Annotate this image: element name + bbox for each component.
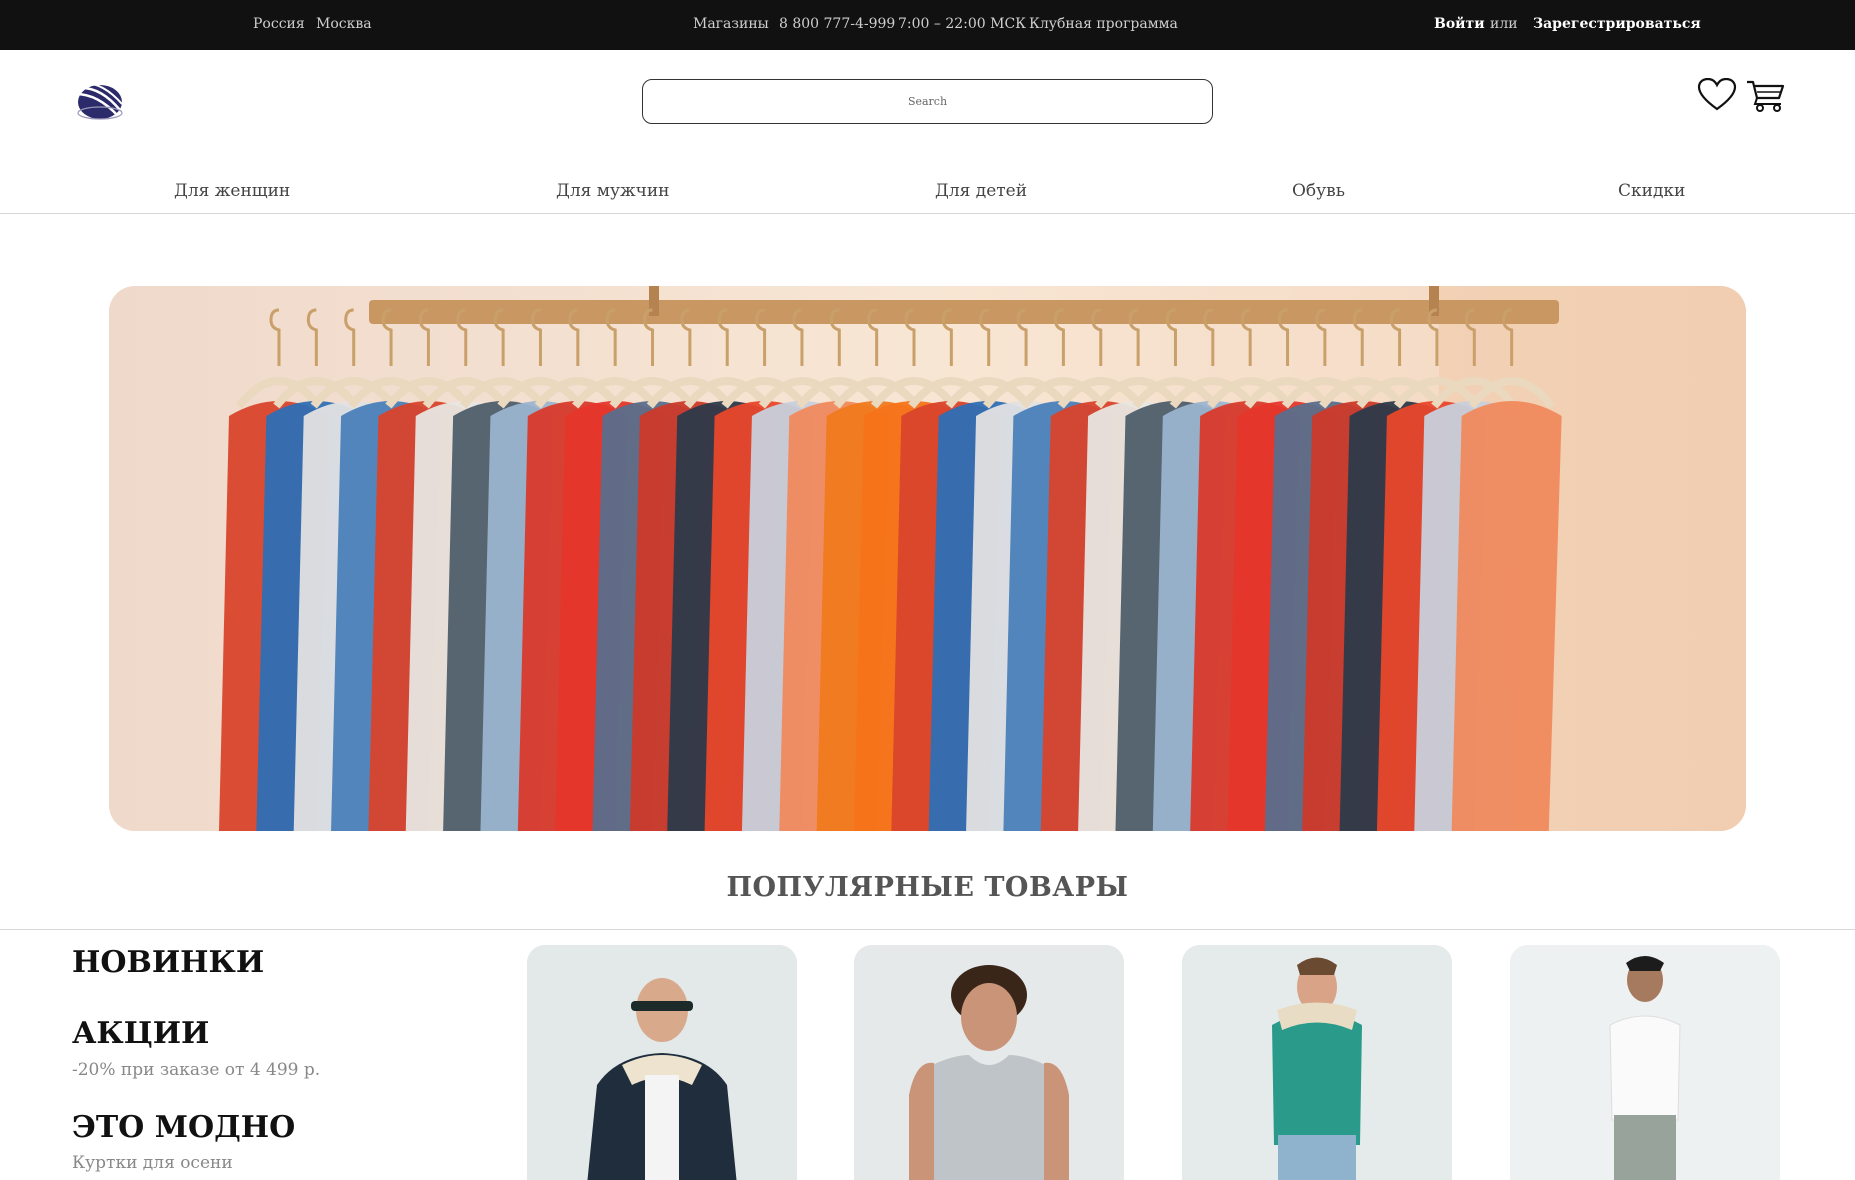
hero-banner[interactable] [109,286,1746,831]
search-input[interactable] [642,79,1213,124]
city-selector[interactable]: Москва [316,16,372,32]
product-image [1182,945,1452,1180]
login-link[interactable]: Войти [1434,16,1485,32]
product-card-tanktop[interactable] [854,945,1124,1180]
product-image [527,945,797,1180]
product-card-jacket[interactable] [527,945,797,1180]
category-trending[interactable]: ЭТО МОДНО [72,1110,295,1145]
category-promo-subtitle: -20% при заказе от 4 499 р. [72,1060,321,1080]
top-bar: Россия Москва Магазины 8 800 777-4-999 7… [0,0,1855,50]
nav-item-men[interactable]: Для мужчин [556,181,670,201]
phone-number[interactable]: 8 800 777-4-999 [779,16,895,32]
category-new[interactable]: НОВИНКИ [72,945,264,980]
section-title: ПОПУЛЯРНЫЕ ТОВАРЫ [726,872,1129,903]
product-card-shirt[interactable] [1182,945,1452,1180]
nav-item-women[interactable]: Для женщин [174,181,290,201]
club-program-link[interactable]: Клубная программа [1029,16,1178,32]
heart-icon[interactable] [1697,77,1737,112]
nav-item-sale[interactable]: Скидки [1618,181,1685,201]
product-image [1510,945,1780,1180]
stores-link[interactable]: Магазины [693,16,769,32]
working-hours: 7:00 – 22:00 МСК [898,16,1027,32]
cart-icon[interactable] [1745,78,1787,112]
section-divider [0,929,1855,930]
register-link[interactable]: Зарегестрироваться [1533,16,1701,32]
clothes-rack-image [109,286,1746,831]
category-nav: Для женщин Для мужчин Для детей Обувь Ск… [0,172,1855,214]
logo-icon[interactable] [74,80,124,122]
product-card-tshirt[interactable] [1510,945,1780,1180]
category-promo[interactable]: АКЦИИ [72,1016,209,1051]
nav-item-kids[interactable]: Для детей [935,181,1027,201]
product-image [854,945,1124,1180]
category-trending-subtitle: Куртки для осени [72,1153,233,1173]
nav-item-shoes[interactable]: Обувь [1292,181,1345,201]
or-text: или [1490,16,1518,32]
country-selector[interactable]: Россия [253,16,305,32]
